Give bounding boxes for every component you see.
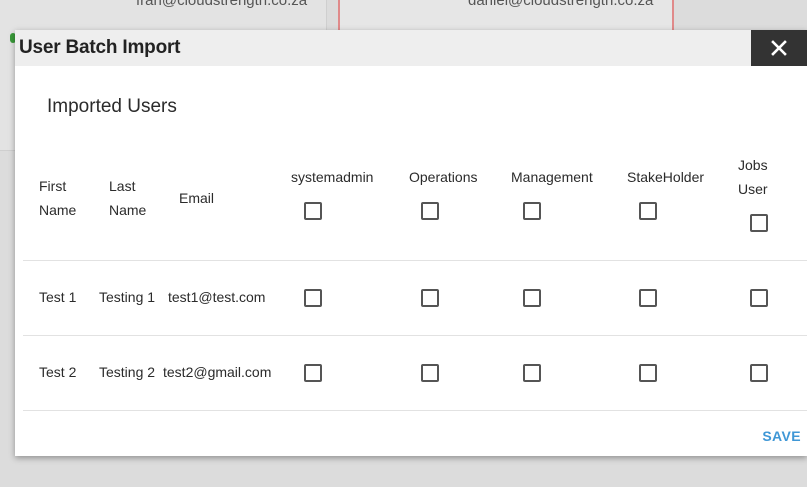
dialog-title: User Batch Import	[19, 37, 181, 58]
column-header-jobs-user: Jobs User	[738, 157, 768, 197]
background-email-left: fran@cloudstrength.co.za	[136, 0, 308, 9]
row2-systemadmin-checkbox[interactable]	[304, 364, 322, 382]
column-header-first-name: First Name	[39, 178, 77, 218]
header-divider	[23, 260, 807, 261]
section-title: Imported Users	[47, 96, 177, 117]
row1-operations-checkbox[interactable]	[421, 289, 439, 307]
row2-stakeholder-checkbox[interactable]	[639, 364, 657, 382]
row1-systemadmin-checkbox[interactable]	[304, 289, 322, 307]
row2-management-checkbox[interactable]	[523, 364, 541, 382]
cell-last-name: Testing 1	[99, 289, 156, 305]
row2-operations-checkbox[interactable]	[421, 364, 439, 382]
column-header-management: Management	[511, 169, 593, 185]
select-all-systemadmin-checkbox[interactable]	[304, 202, 322, 220]
close-button[interactable]	[751, 30, 807, 66]
select-all-management-checkbox[interactable]	[523, 202, 541, 220]
column-header-last-name: Last Name	[109, 178, 147, 218]
save-button[interactable]: SAVE	[762, 428, 801, 444]
user-batch-import-dialog: User Batch Import Imported Users First N…	[15, 30, 807, 456]
row2-jobs-user-checkbox[interactable]	[750, 364, 768, 382]
dialog-header: User Batch Import	[15, 30, 807, 66]
column-header-systemadmin: systemadmin	[291, 169, 374, 185]
cell-email: test2@gmail.com	[163, 364, 272, 380]
cell-last-name: Testing 2	[99, 364, 156, 380]
background-email-right: daniel@cloudstrength.co.za	[468, 0, 654, 9]
select-all-jobs-user-checkbox[interactable]	[750, 214, 768, 232]
column-header-stakeholder: StakeHolder	[627, 169, 705, 185]
column-header-operations: Operations	[409, 169, 478, 185]
row-divider	[23, 410, 807, 411]
cell-first-name: Test 1	[39, 289, 77, 305]
background-user-card-right: daniel@cloudstrength.co.za	[338, 0, 674, 30]
row1-jobs-user-checkbox[interactable]	[750, 289, 768, 307]
row1-stakeholder-checkbox[interactable]	[639, 289, 657, 307]
cell-email: test1@test.com	[168, 289, 266, 305]
row-divider	[23, 335, 807, 336]
close-icon	[771, 40, 787, 56]
select-all-operations-checkbox[interactable]	[421, 202, 439, 220]
select-all-stakeholder-checkbox[interactable]	[639, 202, 657, 220]
column-header-email: Email	[179, 190, 215, 206]
cell-first-name: Test 2	[39, 364, 77, 380]
row1-management-checkbox[interactable]	[523, 289, 541, 307]
